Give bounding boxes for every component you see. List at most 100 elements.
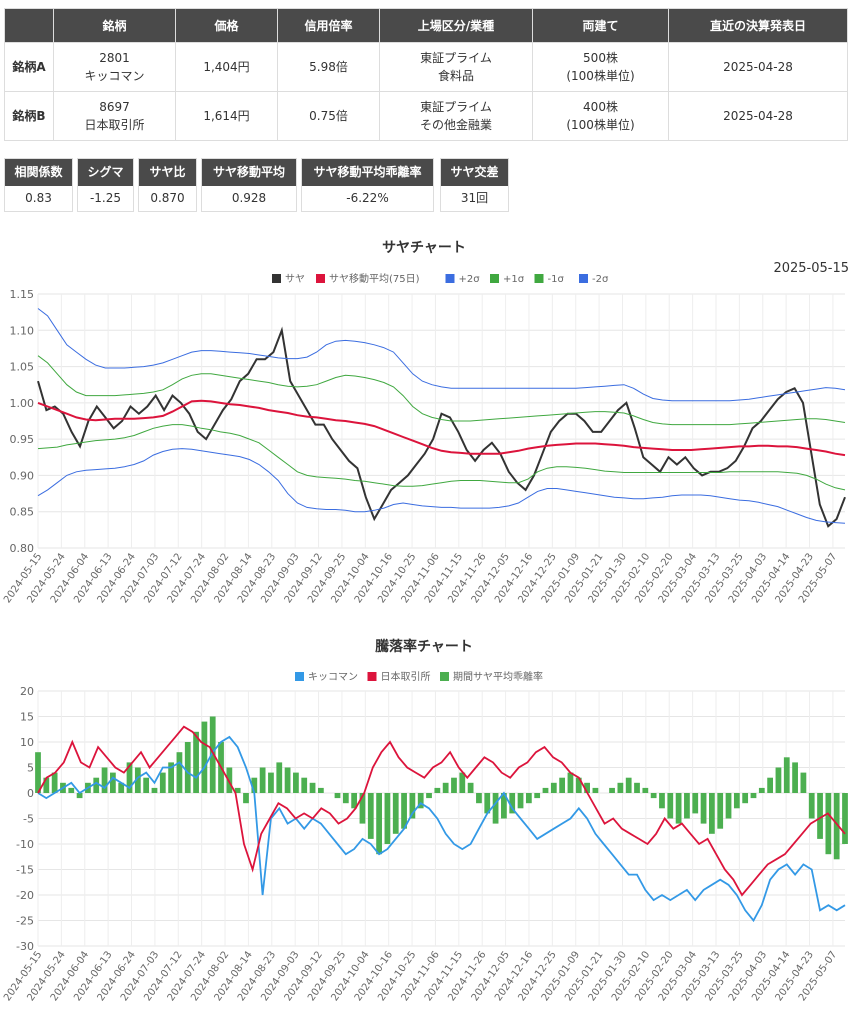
bar	[392, 793, 399, 834]
bar	[534, 793, 541, 799]
shares-count: 400株	[583, 100, 618, 114]
bar	[717, 793, 724, 829]
legend-label: サヤ移動平均(75日)	[329, 272, 420, 285]
bar	[68, 787, 75, 793]
bar	[642, 787, 649, 793]
stat-value: 31回	[460, 191, 489, 205]
bar	[426, 793, 432, 799]
stat-label: 相関係数	[5, 159, 72, 186]
bar	[567, 772, 574, 793]
y-tick-label: 1.05	[10, 361, 35, 374]
bar	[800, 772, 807, 793]
legend-swatch	[316, 274, 325, 283]
chart-title: サヤチャート	[382, 240, 466, 256]
date-cell: 2025-04-28	[668, 42, 848, 92]
legend-label: +2σ	[459, 274, 481, 285]
header-cell-empty	[4, 8, 54, 43]
bar	[758, 787, 765, 793]
shares-cell: 400株 (100株単位)	[532, 91, 669, 141]
market-name: 東証プライム	[420, 51, 492, 65]
legend-swatch	[490, 274, 499, 283]
stat-value: 0.870	[150, 191, 185, 205]
bar	[451, 777, 457, 793]
stat-label: サヤ移動平均	[202, 159, 296, 186]
y-tick-label: 20	[20, 685, 34, 698]
legend-swatch	[445, 274, 455, 283]
bar	[35, 752, 41, 793]
stat-value: -6.22%	[346, 191, 389, 205]
bar	[550, 782, 557, 793]
legend-swatch	[272, 274, 281, 283]
bar	[109, 772, 116, 793]
bar	[525, 793, 532, 804]
shares-unit: (100株単位)	[566, 69, 635, 83]
bar	[517, 793, 524, 809]
bar	[767, 777, 774, 793]
bar	[384, 793, 391, 844]
bar	[692, 793, 699, 814]
stat-label: サヤ移動平均乖離率	[302, 159, 433, 186]
legend-label: -2σ	[592, 274, 609, 285]
bar	[184, 742, 191, 793]
legend-label: 日本取引所	[381, 670, 431, 683]
series-line	[37, 308, 846, 402]
stock-name: 日本取引所	[84, 118, 145, 132]
bar	[617, 782, 624, 793]
series-line	[37, 326, 846, 528]
bar	[101, 767, 108, 793]
y-tick-label: 15	[20, 711, 34, 724]
spread-chart: サヤチャート 2025-05-15 サヤ サヤ移動平均(75日) +2σ +1σ -1σ -2…	[2, 240, 849, 605]
bar	[709, 793, 715, 834]
bar	[284, 767, 291, 793]
header-cell-market: 上場区分/業種	[379, 8, 533, 43]
stock-table-header: 銘柄 価格 信用倍率 上場区分/業種 両建て 直近の決算発表日	[4, 8, 848, 43]
stat-value: 0.83	[25, 191, 52, 205]
bar	[301, 777, 308, 793]
header-cell-date: 直近の決算発表日	[668, 8, 848, 43]
bar	[684, 793, 690, 819]
header-cell-shares: 両建て	[532, 8, 669, 43]
stat-spread-ma: サヤ移動平均 0.928	[201, 158, 297, 212]
bar	[825, 793, 832, 855]
stat-spread-cross: サヤ交差 31回	[440, 158, 509, 212]
bar	[675, 793, 682, 824]
stock-code: 8697	[99, 100, 130, 114]
y-tick-label: 0.80	[10, 542, 35, 555]
legend-swatch	[579, 274, 588, 283]
stat-sigma: シグマ -1.25	[77, 158, 134, 212]
stock-name: キッコマン	[84, 69, 145, 83]
price-cell: 1,614円	[175, 91, 278, 141]
stat-value: -1.25	[89, 191, 122, 205]
header-cell-price: 価格	[175, 8, 278, 43]
bar	[317, 787, 324, 793]
bar	[293, 772, 299, 793]
bar	[259, 767, 266, 793]
y-tick-label: 0.95	[10, 433, 35, 446]
stat-correlation: 相関係数 0.83	[4, 158, 73, 212]
bar	[725, 793, 732, 819]
margin-cell: 5.98倍	[277, 42, 380, 92]
bar	[492, 793, 499, 824]
bar	[243, 793, 249, 804]
chart-title: 騰落率チャート	[375, 638, 473, 655]
bar	[559, 777, 566, 793]
legend-swatch	[367, 672, 377, 681]
sector-name: その他金融業	[419, 118, 492, 132]
series-line	[37, 735, 846, 923]
bar	[151, 787, 158, 793]
y-tick-label: -5	[23, 813, 34, 826]
shares-count: 500株	[583, 51, 618, 65]
bar	[376, 793, 382, 855]
chart-date-label: 2025-05-15	[773, 261, 849, 276]
date-cell: 2025-04-28	[668, 91, 848, 141]
sector-name: 食料品	[437, 69, 474, 83]
bar	[592, 787, 599, 793]
header-cell-margin: 信用倍率	[277, 8, 380, 43]
legend-label: 期間サヤ平均乖離率	[453, 670, 543, 683]
row-label: 銘柄B	[4, 91, 54, 141]
table-row: 銘柄A 2801 キッコマン 1,404円 5.98倍 東証プライム 食料品 500…	[4, 42, 848, 92]
stat-label: サヤ交差	[441, 159, 508, 186]
shares-cell: 500株 (100株単位)	[532, 42, 669, 92]
stock-cell: 2801 キッコマン	[53, 42, 176, 92]
stat-spread-ratio: サヤ比 0.870	[138, 158, 197, 212]
